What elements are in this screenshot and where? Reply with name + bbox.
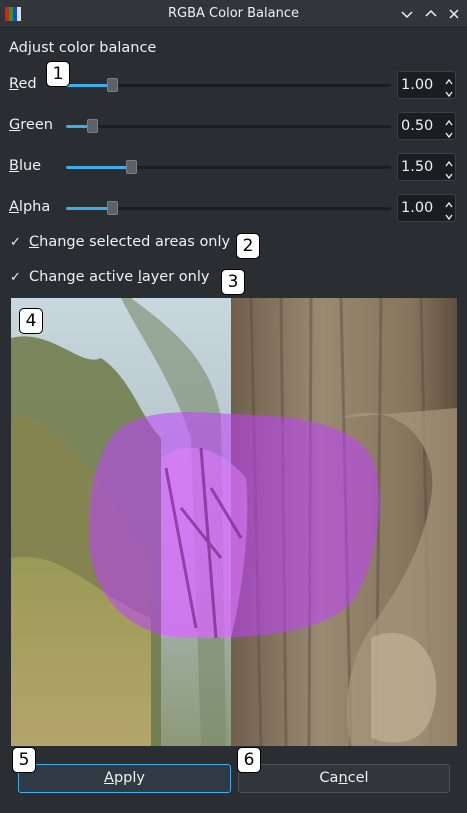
slider-row-blue: Blue 1.50 <box>0 150 467 184</box>
spin-down-icon[interactable] <box>443 167 455 180</box>
slider-label-alpha: Alpha <box>9 199 51 215</box>
spinbox-value[interactable]: 1.00 <box>401 77 433 93</box>
slider-green[interactable] <box>66 119 391 133</box>
annotation-marker-1: 1 <box>46 61 70 87</box>
slider-fill <box>66 166 131 169</box>
spinbox-alpha[interactable]: 1.00 <box>397 194 456 222</box>
annotation-marker-3: 3 <box>221 269 245 295</box>
annotation-marker-6: 6 <box>237 747 261 773</box>
spinbox-red[interactable]: 1.00 <box>397 71 456 99</box>
checkmark-icon[interactable]: ✓ <box>10 270 21 285</box>
slider-row-green: Green 0.50 <box>0 109 467 143</box>
image-preview[interactable] <box>11 298 457 746</box>
spin-up-icon[interactable] <box>443 196 455 208</box>
checkbox-selected-areas-only[interactable]: ✓ Change selected areas only <box>0 232 467 258</box>
slider-handle[interactable] <box>107 201 118 215</box>
cancel-button[interactable]: Cancel <box>238 764 450 793</box>
checkmark-icon[interactable]: ✓ <box>10 235 21 250</box>
spin-up-icon[interactable] <box>443 73 455 85</box>
apply-button[interactable]: Apply <box>18 764 231 793</box>
slider-fill <box>66 207 112 210</box>
slider-fill <box>66 84 112 87</box>
spin-down-icon[interactable] <box>443 126 455 139</box>
slider-row-alpha: Alpha 1.00 <box>0 191 467 225</box>
title-bar: RGBA Color Balance <box>0 0 467 28</box>
spin-down-icon[interactable] <box>443 208 455 221</box>
slider-red[interactable] <box>66 78 391 92</box>
slider-row-red: Red 1.00 <box>0 68 467 102</box>
annotation-marker-4: 4 <box>19 308 43 334</box>
slider-label-blue: Blue <box>9 158 42 174</box>
preview-canvas <box>11 298 457 746</box>
checkbox-label: Change selected areas only <box>29 234 231 250</box>
spinbox-value[interactable]: 1.50 <box>401 159 433 175</box>
slider-handle[interactable] <box>87 119 98 133</box>
slider-label-red: Red <box>9 76 37 92</box>
slider-handle[interactable] <box>107 78 118 92</box>
annotation-marker-5: 5 <box>12 747 36 773</box>
spinbox-value[interactable]: 0.50 <box>401 118 433 134</box>
maximize-icon[interactable] <box>421 4 441 24</box>
spinbox-blue[interactable]: 1.50 <box>397 153 456 181</box>
spinbox-value[interactable]: 1.00 <box>401 200 433 216</box>
slider-handle[interactable] <box>126 160 137 174</box>
close-icon[interactable] <box>444 4 464 24</box>
spin-up-icon[interactable] <box>443 114 455 126</box>
annotation-marker-2: 2 <box>236 233 260 259</box>
slider-label-green: Green <box>9 117 53 133</box>
minimize-icon[interactable] <box>397 4 417 24</box>
spin-up-icon[interactable] <box>443 155 455 167</box>
checkbox-label: Change active layer only <box>29 269 210 285</box>
spinbox-green[interactable]: 0.50 <box>397 112 456 140</box>
slider-blue[interactable] <box>66 160 391 174</box>
dialog-heading: Adjust color balance <box>9 40 157 56</box>
slider-alpha[interactable] <box>66 201 391 215</box>
spin-down-icon[interactable] <box>443 85 455 98</box>
